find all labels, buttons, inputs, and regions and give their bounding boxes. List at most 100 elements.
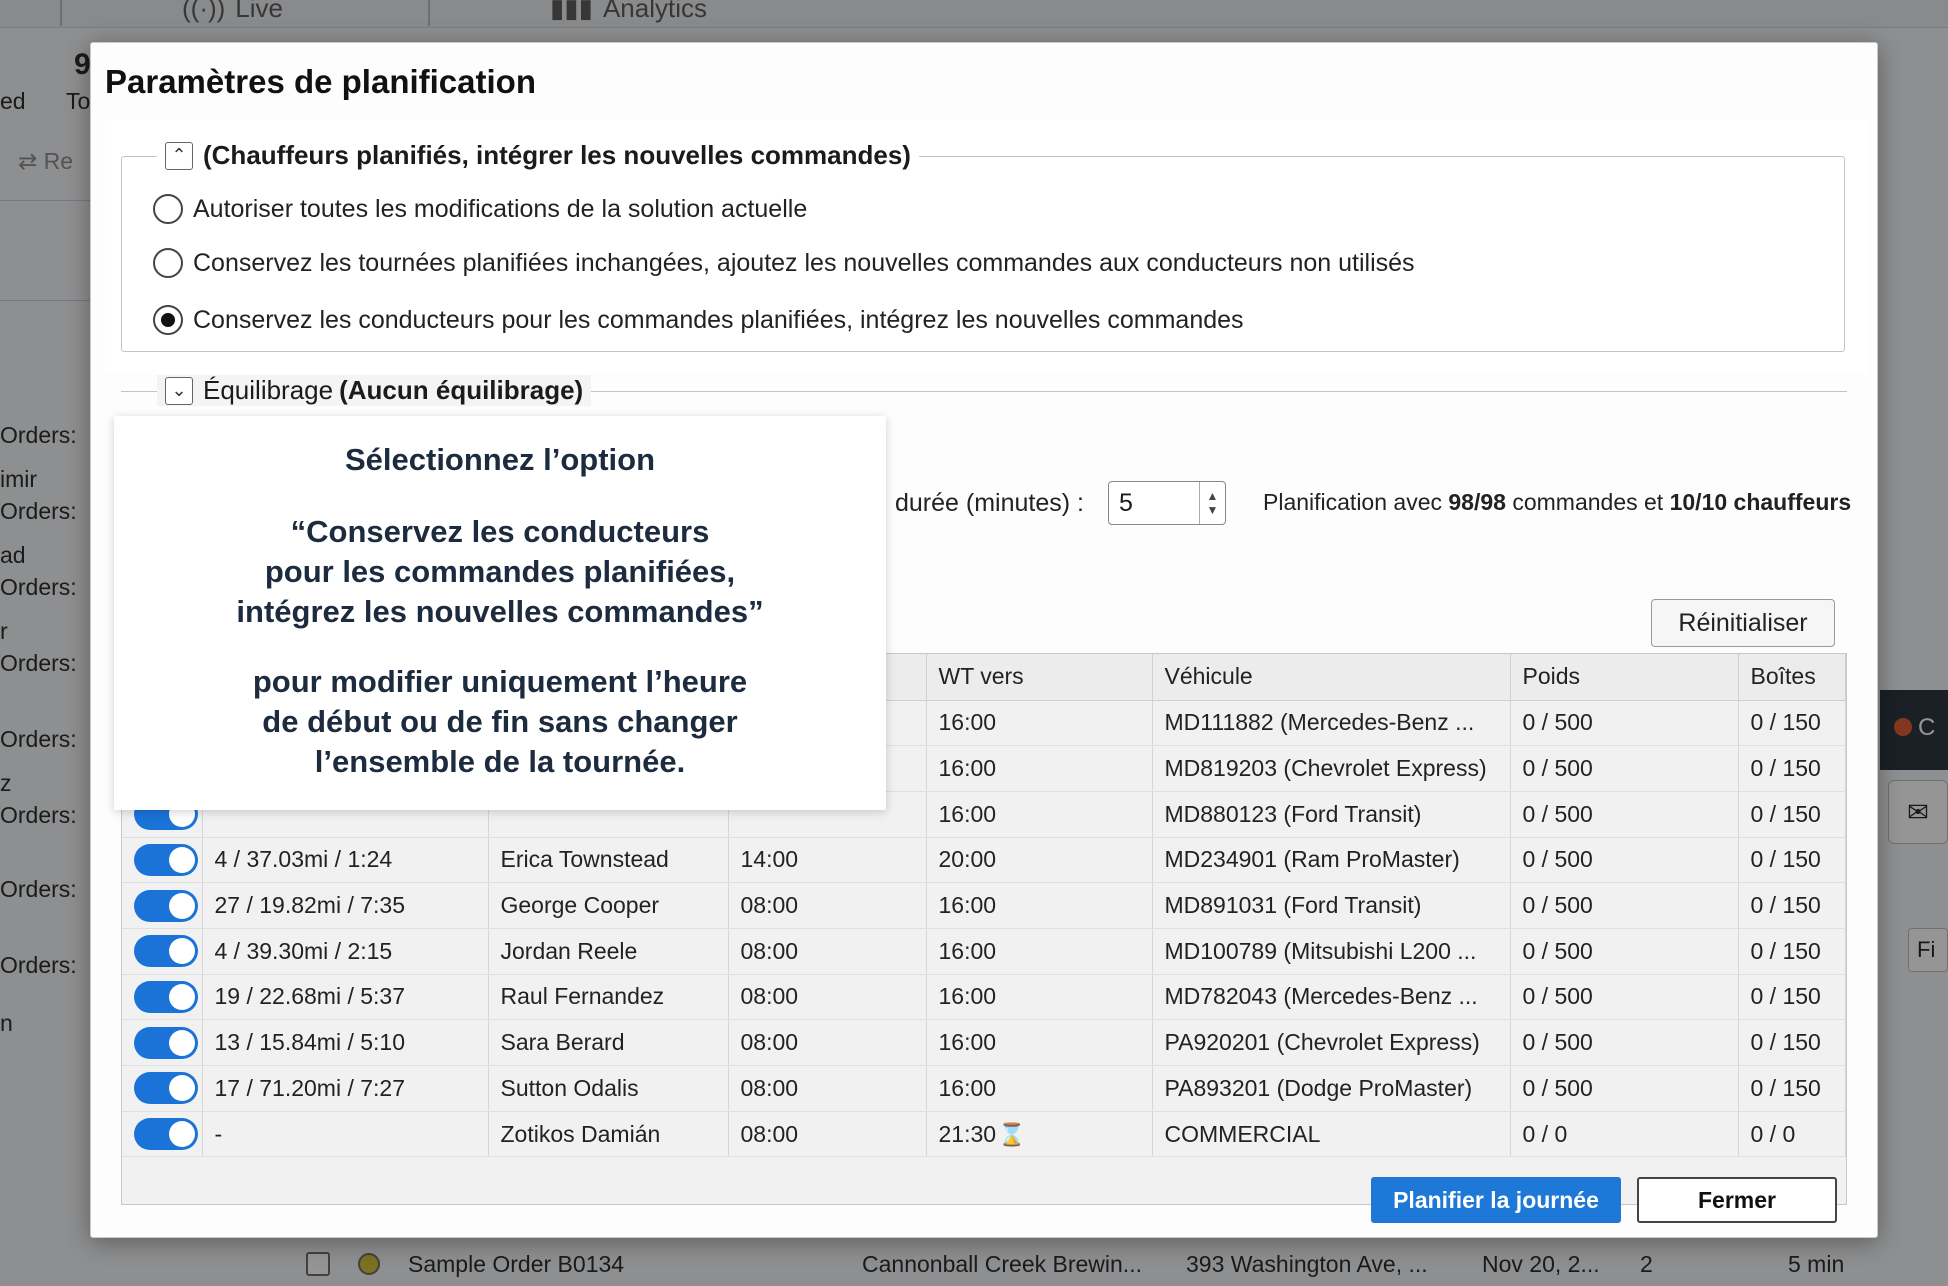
cell-weight: 0 / 500 — [1510, 1019, 1739, 1066]
chevron-down-icon[interactable]: ▼ — [1207, 503, 1219, 517]
cell-toggle[interactable] — [122, 837, 203, 884]
cell-driver: Erica Townstead — [488, 837, 729, 884]
chevron-up-icon[interactable]: ▲ — [1207, 489, 1219, 503]
radio-keep-drivers[interactable] — [153, 305, 183, 335]
radio-allow-all[interactable] — [153, 194, 183, 224]
chevron-down-icon[interactable]: ⌄ — [165, 376, 193, 405]
planning-summary: Planification avec 98/98 commandes et 10… — [1263, 489, 1852, 515]
driver-enabled-toggle[interactable] — [134, 935, 198, 968]
close-button[interactable]: Fermer — [1637, 1177, 1837, 1223]
cell-boxes: 0 / 150 — [1738, 791, 1846, 838]
table-row[interactable]: 4 / 37.03mi / 1:24 Erica Townstead 14:00 20… — [122, 837, 1846, 884]
cell-start: 08:00 — [728, 1065, 927, 1112]
cell-stats: 17 / 71.20mi / 7:27 — [202, 1065, 489, 1112]
cell-driver: Sara Berard — [488, 1019, 729, 1066]
cell-driver: Zotikos Damián — [488, 1111, 729, 1158]
cell-vehicle: MD234901 (Ram ProMaster) — [1152, 837, 1511, 884]
section-planned-drivers-legend[interactable]: ⌃ (Chauffeurs planifiés, intégrer les no… — [157, 140, 919, 171]
driver-enabled-toggle[interactable] — [134, 980, 198, 1013]
cell-end: 16:00 — [926, 1065, 1153, 1112]
cell-vehicle: MD880123 (Ford Transit) — [1152, 791, 1511, 838]
cell-toggle[interactable] — [122, 1019, 203, 1066]
dialog-title: Paramètres de planification — [105, 63, 536, 100]
duration-value[interactable]: 5 — [1109, 489, 1199, 518]
cell-vehicle: MD819203 (Chevrolet Express) — [1152, 745, 1511, 792]
chevron-up-icon[interactable]: ⌃ — [165, 141, 193, 170]
column-vehicle[interactable]: Véhicule — [1152, 654, 1511, 701]
cell-stats: 13 / 15.84mi / 5:10 — [202, 1019, 489, 1066]
highlight-panel: ⌃ (Chauffeurs planifiés, intégrer les no… — [105, 120, 1867, 374]
cell-stats: - — [202, 1111, 489, 1158]
cell-boxes: 0 / 150 — [1738, 974, 1846, 1021]
cell-vehicle: MD100789 (Mitsubishi L200 ... — [1152, 928, 1511, 975]
cell-driver: George Cooper — [488, 882, 729, 929]
cell-start: 08:00 — [728, 1111, 927, 1158]
stepper-buttons[interactable]: ▲ ▼ — [1199, 482, 1225, 524]
callout-heading: Sélectionnez l’option — [344, 442, 655, 477]
cell-end: 16:00 — [926, 791, 1153, 838]
driver-enabled-toggle[interactable] — [134, 889, 198, 922]
driver-enabled-toggle[interactable] — [134, 843, 198, 876]
column-boxes[interactable]: Boîtes — [1738, 654, 1846, 701]
cell-start: 08:00 — [728, 928, 927, 975]
cell-start: 08:00 — [728, 882, 927, 929]
cell-boxes: 0 / 150 — [1738, 1019, 1846, 1066]
cell-weight: 0 / 500 — [1510, 882, 1739, 929]
reset-button[interactable]: Réinitialiser — [1651, 599, 1835, 647]
table-row[interactable]: 27 / 19.82mi / 7:35 George Cooper 08:00 16:… — [122, 882, 1846, 929]
table-row[interactable]: 4 / 39.30mi / 2:15 Jordan Reele 08:00 16:00… — [122, 928, 1846, 975]
plan-day-button[interactable]: Planifier la journée — [1371, 1177, 1621, 1223]
cell-weight: 0 / 500 — [1510, 974, 1739, 1021]
cell-vehicle: MD111882 (Mercedes-Benz ... — [1152, 700, 1511, 747]
cell-toggle[interactable] — [122, 882, 203, 929]
cell-driver: Jordan Reele — [488, 928, 729, 975]
cell-boxes: 0 / 150 — [1738, 700, 1846, 747]
cell-driver: Sutton Odalis — [488, 1065, 729, 1112]
cell-vehicle: MD782043 (Mercedes-Benz ... — [1152, 974, 1511, 1021]
cell-end: 16:00 — [926, 1019, 1153, 1066]
hourglass-icon: ⌛ — [998, 1121, 1026, 1147]
cell-boxes: 0 / 0 — [1738, 1111, 1846, 1158]
driver-enabled-toggle[interactable] — [134, 1118, 198, 1151]
cell-vehicle: MD891031 (Ford Transit) — [1152, 882, 1511, 929]
cell-stats: 19 / 22.68mi / 5:37 — [202, 974, 489, 1021]
cell-toggle[interactable] — [122, 1065, 203, 1112]
cell-boxes: 0 / 150 — [1738, 928, 1846, 975]
option-keep-routes-unchanged[interactable]: Conservez les tournées planifiées inchan… — [153, 248, 1415, 278]
table-row[interactable]: - Zotikos Damián 08:00 21:30⌛ COMMERCIAL 0 / … — [122, 1111, 1846, 1158]
radio-keep-routes[interactable] — [153, 248, 183, 278]
cell-end: 16:00 — [926, 745, 1153, 792]
cell-weight: 0 / 500 — [1510, 928, 1739, 975]
cell-stats: 27 / 19.82mi / 7:35 — [202, 882, 489, 929]
cell-boxes: 0 / 150 — [1738, 837, 1846, 884]
cell-vehicle: PA920201 (Chevrolet Express) — [1152, 1019, 1511, 1066]
cell-end: 16:00 — [926, 974, 1153, 1021]
table-row[interactable]: 13 / 15.84mi / 5:10 Sara Berard 08:00 16:00… — [122, 1019, 1846, 1066]
cell-stats: 4 / 39.30mi / 2:15 — [202, 928, 489, 975]
cell-weight: 0 / 500 — [1510, 745, 1739, 792]
cell-boxes: 0 / 150 — [1738, 745, 1846, 792]
cell-toggle[interactable] — [122, 974, 203, 1021]
cell-start: 14:00 — [728, 837, 927, 884]
cell-toggle[interactable] — [122, 928, 203, 975]
cell-toggle[interactable] — [122, 1111, 203, 1158]
section-balancing-legend[interactable]: ⌄ Équilibrage (Aucun équilibrage) — [157, 375, 592, 406]
option-allow-all-changes[interactable]: Autoriser toutes les modifications de la… — [153, 194, 807, 224]
cell-weight: 0 / 500 — [1510, 837, 1739, 884]
cell-weight: 0 / 0 — [1510, 1111, 1739, 1158]
driver-enabled-toggle[interactable] — [134, 1072, 198, 1105]
cell-weight: 0 / 500 — [1510, 1065, 1739, 1112]
cell-boxes: 0 / 150 — [1738, 1065, 1846, 1112]
cell-weight: 0 / 500 — [1510, 700, 1739, 747]
option-keep-drivers[interactable]: Conservez les conducteurs pour les comma… — [153, 305, 1244, 335]
cell-weight: 0 / 500 — [1510, 791, 1739, 838]
column-weight[interactable]: Poids — [1510, 654, 1739, 701]
duration-label: durée (minutes) : — [895, 489, 1084, 517]
driver-enabled-toggle[interactable] — [134, 1026, 198, 1059]
cell-vehicle: COMMERCIAL — [1152, 1111, 1511, 1158]
duration-stepper[interactable]: 5 ▲ ▼ — [1108, 481, 1226, 525]
table-row[interactable]: 19 / 22.68mi / 5:37 Raul Fernandez 08:00 16… — [122, 974, 1846, 1021]
column-end-time[interactable]: WT vers — [926, 654, 1153, 701]
table-row[interactable]: 17 / 71.20mi / 7:27 Sutton Odalis 08:00 16:… — [122, 1065, 1846, 1112]
cell-end: 16:00 — [926, 882, 1153, 929]
